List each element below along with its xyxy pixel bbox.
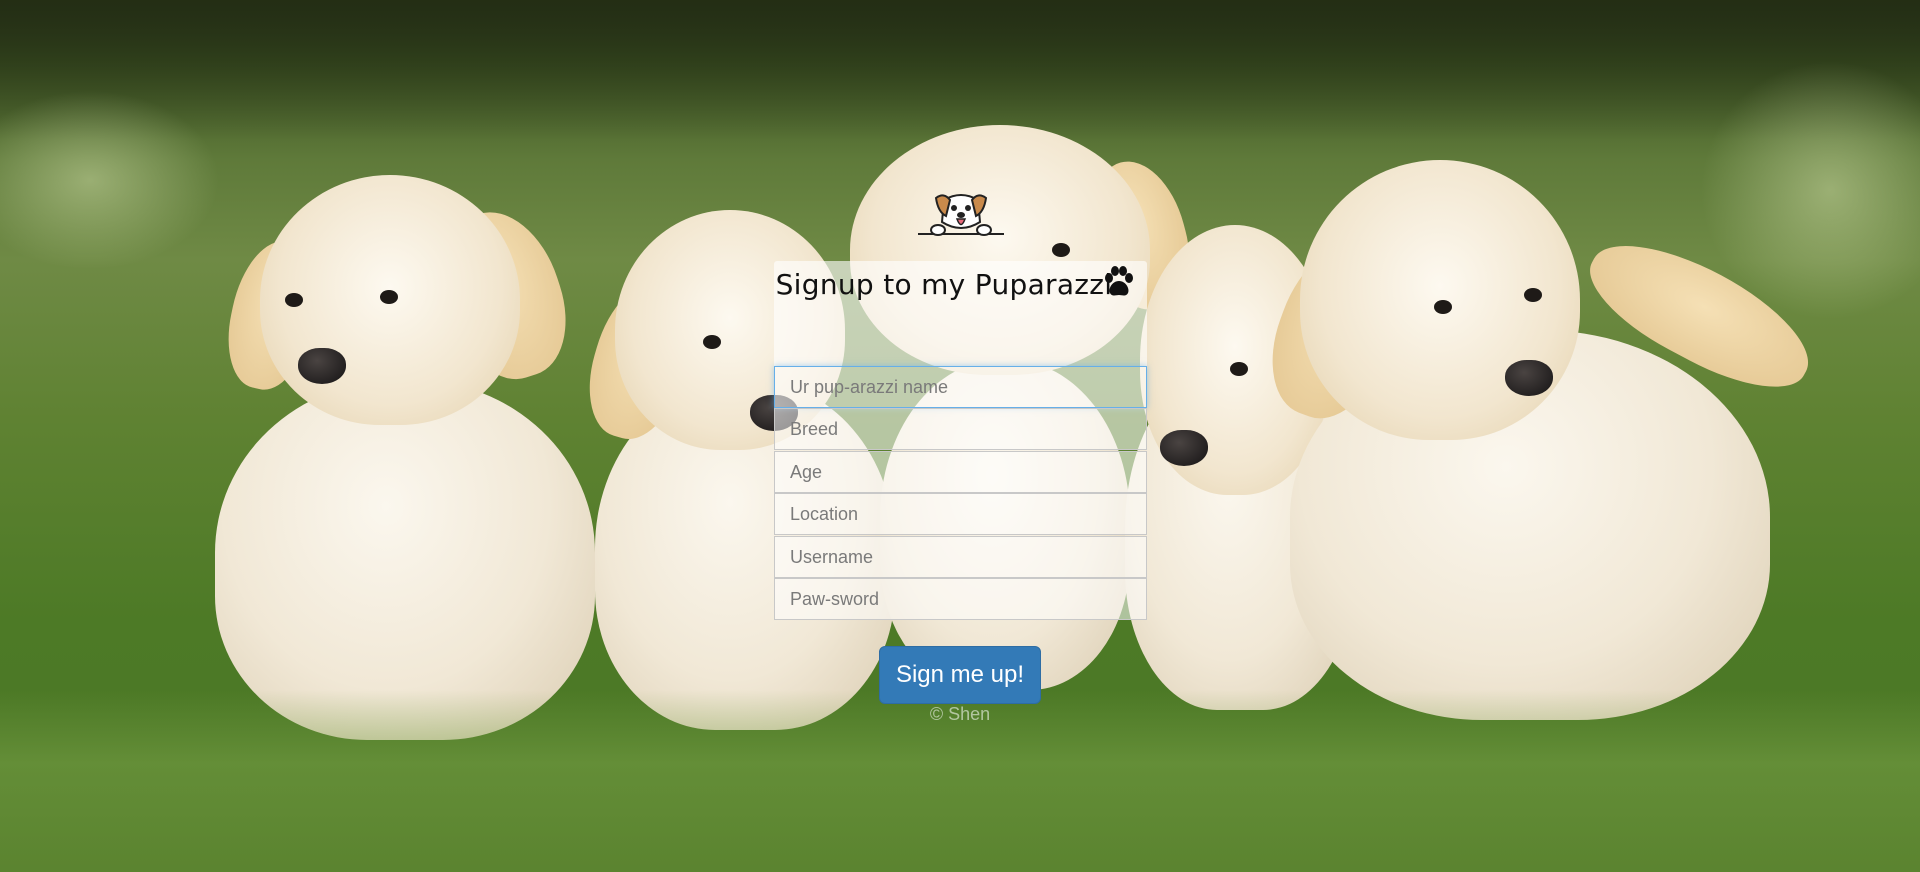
footer-credit: © Shen (929, 704, 991, 724)
location-input[interactable] (774, 493, 1147, 535)
dog-peeking-icon (918, 194, 1004, 236)
password-input[interactable] (774, 578, 1147, 620)
signup-page: Signup to my Puparazzi Sign me up! © She… (0, 0, 1920, 872)
signup-title: Signup to my Puparazzi (775, 268, 1113, 301)
paw-print-icon (1105, 266, 1133, 296)
background-blur (0, 0, 1920, 140)
breed-input[interactable] (774, 408, 1147, 450)
pup-name-input[interactable] (774, 366, 1147, 408)
age-input[interactable] (774, 451, 1147, 493)
username-input[interactable] (774, 536, 1147, 578)
sign-me-up-button[interactable]: Sign me up! (879, 646, 1041, 704)
